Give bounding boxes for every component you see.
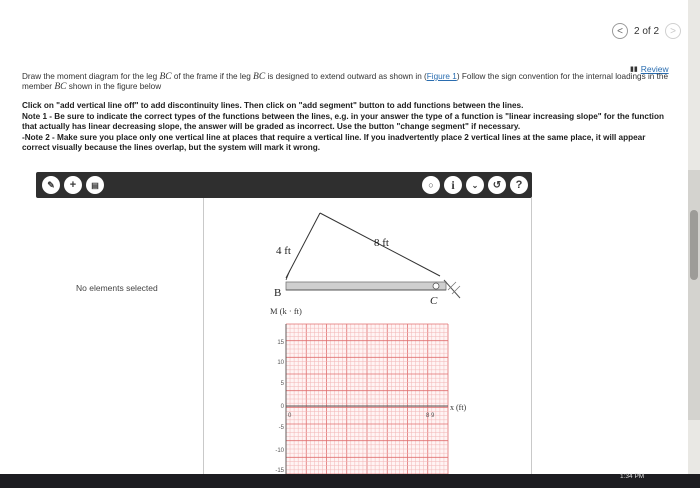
problem-statement: Draw the moment diagram for the leg BC o… [22, 72, 682, 92]
frame-sketch: 4 ft 8 ft B C [274, 212, 461, 307]
member-variable: BC [253, 72, 266, 82]
chevron-down-icon[interactable]: ⌄ [466, 176, 484, 194]
pin-c [432, 282, 440, 290]
drawing-toolbar: ✎ + ▤ ○ i ⌄ ↺ ? [36, 172, 532, 198]
note-2: -Note 2 - Make sure you place only one v… [22, 132, 646, 153]
trash-icon[interactable]: ▤ [86, 176, 104, 194]
frame-figure-and-moment-plot: 4 ft 8 ft B C M (k · ft) x (ft) 15 10 5 … [270, 212, 467, 474]
point-b-label: B [274, 287, 281, 299]
add-label: + [69, 179, 77, 191]
dimension-8ft: 8 ft [374, 237, 389, 249]
instruction-line: Click on "add vertical line off" to add … [22, 101, 524, 110]
page-scrollbar[interactable] [688, 170, 700, 420]
y-tick-label: 5 [281, 381, 285, 387]
bulb-icon[interactable]: ○ [422, 176, 440, 194]
selection-panel: No elements selected [36, 198, 204, 474]
undo-icon[interactable]: ↺ [488, 176, 506, 194]
y-tick-label: -5 [279, 425, 285, 431]
next-arrow-icon: > [670, 25, 676, 37]
edit-icon[interactable]: ✎ [42, 176, 60, 194]
member-bc[interactable] [285, 281, 447, 291]
point-c-label: C [430, 295, 438, 307]
next-page-button[interactable]: > [665, 23, 682, 39]
member-variable: BC [54, 82, 67, 92]
dimension-tick [285, 269, 291, 281]
statement-text: shown in the figure below [66, 82, 162, 91]
clock: 1:34 PM [620, 473, 645, 480]
help-label: ? [515, 179, 523, 191]
y-tick-label: 15 [277, 340, 284, 346]
figure-link[interactable]: Figure 1 [427, 72, 457, 81]
selection-status: No elements selected [76, 283, 158, 293]
statement-text: Draw the moment diagram for the leg [22, 72, 160, 81]
help-icon[interactable]: ? [510, 176, 528, 194]
page-indicator: 2 of 2 [634, 25, 660, 37]
scroll-thumb[interactable] [690, 210, 698, 280]
y-axis-label: M (k · ft) [270, 306, 302, 316]
note-1: Note 1 - Be sure to indicate the correct… [22, 111, 664, 132]
plus-icon[interactable]: + [64, 176, 82, 194]
y-tick-labels: 15 10 5 0 -5 -10 -15 [275, 340, 284, 474]
statement-text: is designed to extend outward as shown i… [265, 72, 427, 81]
previous-page-button[interactable]: < [612, 23, 628, 39]
instructions: Click on "add vertical line off" to add … [22, 101, 674, 154]
x-tick-label-end: 8 9 [426, 413, 435, 419]
moment-grid[interactable] [285, 323, 449, 474]
leg-ab [285, 212, 321, 279]
x-axis-label: x (ft) [450, 403, 467, 412]
member-variable: BC [159, 72, 172, 82]
y-tick-label: -10 [275, 448, 284, 454]
dimension-4ft: 4 ft [276, 245, 291, 257]
y-tick-label: 0 [281, 404, 285, 410]
statement-text: of the frame if the leg [171, 72, 254, 81]
previous-arrow-icon: < [617, 25, 623, 37]
pager: < 2 of 2 > [612, 22, 682, 40]
info-icon[interactable]: i [444, 176, 462, 194]
taskbar [0, 474, 700, 488]
y-tick-label: 10 [277, 360, 284, 366]
info-label: i [451, 177, 455, 192]
